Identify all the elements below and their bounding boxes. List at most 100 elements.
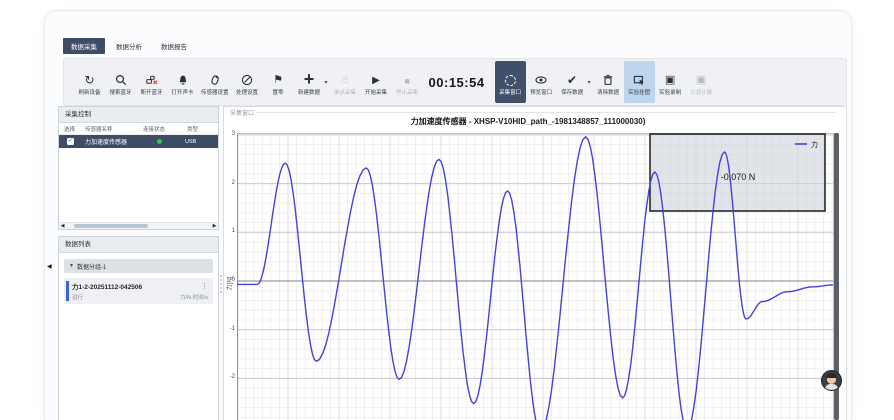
clear-data-button-label: 清除数据 <box>597 88 619 96</box>
collect-timer: 00:15:54 <box>429 75 485 90</box>
search-bluetooth-button[interactable]: 搜索蓝牙 <box>105 61 136 103</box>
stop-collect-button: ■停止采集 <box>392 61 423 103</box>
hscroll-thumb[interactable] <box>74 224 148 228</box>
plus-icon: + <box>304 69 315 86</box>
y-tick-label: -1 <box>225 326 235 332</box>
col-connect-status: 连接状态 <box>143 125 187 133</box>
data-list-panel: 数据列表 ▼数据分组-1 力1-2-20251112-042506 ⋮ 运行 力/N-时… <box>58 236 219 420</box>
sensor-table-hscrollbar[interactable]: ◀ ▶ <box>59 222 218 229</box>
data-group-label: 数据分组-1 <box>77 262 106 271</box>
sensor-checkbox[interactable]: ✓ <box>67 138 74 145</box>
start-collect-button-label: 开始采集 <box>365 88 387 96</box>
data-list-body: ▼数据分组-1 力1-2-20251112-042506 ⋮ 运行 力/N-时间/s <box>59 253 218 420</box>
new-data-button-label: 新建数据 <box>298 88 320 96</box>
hscroll-right-arrow-icon[interactable]: ▶ <box>211 223 218 229</box>
sensor-table-header: 选择 传感器名称 连接状态 类型 <box>59 123 218 135</box>
avatar-hair-icon <box>826 373 837 378</box>
save-data-button-label: 保存数据 <box>561 88 583 96</box>
avatar-body-icon <box>825 384 838 391</box>
item-accent-bar <box>66 281 69 301</box>
waveform-chart: -0.070 N 力 <box>237 133 835 420</box>
data-record-title: 力1-2-20251112-042506 <box>72 281 142 291</box>
preview-window-button[interactable]: 预览窗口 <box>526 61 557 103</box>
flag-icon: ⚑ <box>273 69 283 86</box>
tab-data-collect[interactable]: 数据采集 <box>63 38 105 54</box>
save-data-button[interactable]: ✔ 保存数据 <box>557 61 588 103</box>
disconnect-bluetooth-button[interactable]: 断开蓝牙 <box>136 61 167 103</box>
tab-data-analysis[interactable]: 数据分析 <box>108 38 150 54</box>
open-soundcard-button-label: 打开声卡 <box>171 88 193 96</box>
data-record-item[interactable]: 力1-2-20251112-042506 ⋮ 运行 力/N-时间/s <box>64 278 213 304</box>
picture-icon <box>633 69 645 86</box>
start-collect-button[interactable]: ▶开始采集 <box>361 61 392 103</box>
data-list-title: 数据列表 <box>59 237 218 253</box>
record-icon: ▣ <box>665 69 675 86</box>
col-type: 类型 <box>187 125 215 133</box>
kebab-menu-icon[interactable]: ⋮ <box>201 282 208 290</box>
toolbar-group-right: 采集窗口 预览窗口 ✔ 保存数据 ▾ 清除数据 实验挂图 ▣ 实验录制 ▣ 公式计算 <box>495 61 717 103</box>
app-window: 数据采集数据分析数据报告 ↻刷新设备搜索蓝牙断开蓝牙 打开声卡传感器设置处理设置 ⚑… <box>44 10 852 420</box>
col-select: 选择 <box>59 125 85 133</box>
annotation-value-text: -0.070 N <box>721 172 756 182</box>
chart-panel-label: 采集窗口 <box>228 108 256 117</box>
experiment-record-button[interactable]: ▣ 实验录制 <box>655 61 686 103</box>
process-settings-button-label: 处理设置 <box>236 88 258 96</box>
hscroll-left-arrow-icon[interactable]: ◀ <box>59 223 66 229</box>
plot-area: -0.070 N 力 <box>237 133 835 420</box>
sidebar-collapse-arrow-icon[interactable]: ◀ <box>47 263 52 270</box>
collect-control-title: 采集控制 <box>59 107 218 123</box>
collect-window-button[interactable]: 采集窗口 <box>495 61 526 103</box>
collect-control-panel: 采集控制 选择 传感器名称 连接状态 类型 ✓ 力加速度传感器 USB ◀ ▶ <box>58 106 219 230</box>
legend-label: 力 <box>811 140 818 149</box>
assistant-avatar-button[interactable] <box>821 370 842 391</box>
sensor-settings-button[interactable]: 传感器设置 <box>198 61 232 103</box>
data-group-row[interactable]: ▼数据分组-1 <box>64 259 213 273</box>
clear-data-button[interactable]: 清除数据 <box>593 61 624 103</box>
tab-data-report[interactable]: 数据报告 <box>153 38 195 54</box>
formula-calc-button: ▣ 公式计算 <box>686 61 717 103</box>
collect-window-button-label: 采集窗口 <box>499 88 521 96</box>
app-window-stage: 数据采集数据分析数据报告 ↻刷新设备搜索蓝牙断开蓝牙 打开声卡传感器设置处理设置 ⚑… <box>0 0 894 420</box>
sensor-table: 选择 传感器名称 连接状态 类型 ✓ 力加速度传感器 USB ◀ ▶ <box>59 123 218 229</box>
chart-panel-divider <box>254 112 836 113</box>
experiment-snapshot-button-label: 实验挂图 <box>628 88 650 96</box>
y-tick-label: 2 <box>225 180 235 186</box>
chevron-down-icon[interactable]: ▼ <box>69 263 74 269</box>
check-icon: ✔ <box>567 69 577 86</box>
dashed-circle-icon <box>505 69 516 86</box>
sensor-type: USB <box>185 139 196 145</box>
preview-window-button-label: 预览窗口 <box>530 88 552 96</box>
single-point-collect-button-label: 单点采集 <box>334 88 356 96</box>
toolbar-group-left: ↻刷新设备搜索蓝牙断开蓝牙 打开声卡传感器设置处理设置 ⚑ 置零 + 新建数据 ▾ ☝ 单点采集… <box>74 61 423 103</box>
dial-icon <box>241 69 253 86</box>
bell-icon <box>177 69 189 86</box>
main-toolbar: ↻刷新设备搜索蓝牙断开蓝牙 打开声卡传感器设置处理设置 ⚑ 置零 + 新建数据 ▾ ☝ 单点采集… <box>63 58 847 106</box>
panel-splitter-handle[interactable] <box>220 275 223 293</box>
search-icon <box>115 69 127 86</box>
eye-icon <box>535 69 547 86</box>
trash-icon <box>602 69 614 86</box>
single-point-collect-button: ☝ 单点采集 <box>330 61 361 103</box>
bt-disconnect-icon <box>146 69 158 86</box>
set-zero-button[interactable]: ⚑ 置零 <box>263 61 294 103</box>
open-soundcard-button[interactable]: 打开声卡 <box>167 61 198 103</box>
new-data-button[interactable]: + 新建数据 <box>294 61 325 103</box>
refresh-device-button[interactable]: ↻刷新设备 <box>74 61 105 103</box>
experiment-record-button-label: 实验录制 <box>659 88 681 96</box>
save-data-button-dropdown-caret-icon[interactable]: ▾ <box>588 79 591 86</box>
disconnect-bluetooth-button-label: 断开蓝牙 <box>140 88 162 96</box>
process-settings-button[interactable]: 处理设置 <box>232 61 263 103</box>
data-record-axes: 力/N-时间/s <box>180 293 208 301</box>
new-data-button-dropdown-caret-icon[interactable]: ▾ <box>325 79 328 86</box>
hand-icon: ☝ <box>342 69 349 86</box>
sidebar: 采集控制 选择 传感器名称 连接状态 类型 ✓ 力加速度传感器 USB ◀ ▶ <box>58 106 219 420</box>
data-record-status: 运行 <box>72 293 83 301</box>
sensor-settings-button-label: 传感器设置 <box>201 88 229 96</box>
experiment-snapshot-button[interactable]: 实验挂图 <box>624 61 655 103</box>
refresh-icon: ↻ <box>84 69 94 86</box>
sensor-row[interactable]: ✓ 力加速度传感器 USB <box>59 135 218 148</box>
sensor-name: 力加速度传感器 <box>85 137 143 146</box>
formula-calc-button-label: 公式计算 <box>690 88 712 96</box>
record-icon: ▣ <box>696 69 706 86</box>
set-zero-button-label: 置零 <box>273 88 284 96</box>
